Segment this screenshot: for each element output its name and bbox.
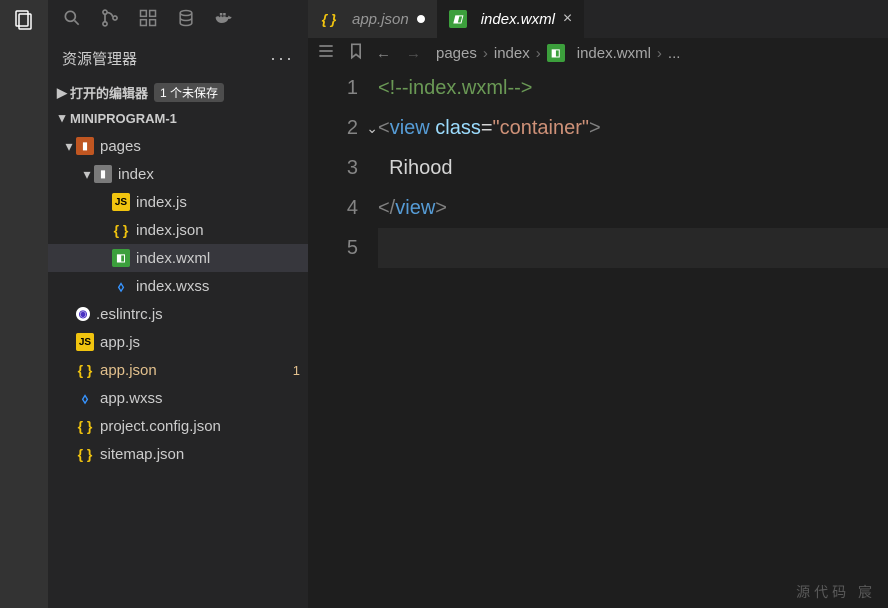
open-editors-label: 打开的编辑器 [70, 83, 148, 102]
tree-item-project-config-json[interactable]: { } project.config.json [48, 412, 308, 440]
tree-item-label: app.json [100, 362, 293, 379]
chevron-icon: ▾ [62, 138, 76, 155]
json-icon: { } [76, 417, 94, 435]
tree-item-label: project.config.json [100, 418, 300, 435]
explorer-icon[interactable] [12, 8, 36, 32]
docker-icon[interactable] [214, 8, 234, 28]
chevron-right-icon: ▶ [54, 85, 70, 101]
tab-bar: { } app.json ◧ index.wxml × [308, 0, 888, 38]
breadcrumb-separator: › [483, 45, 488, 62]
chevron-down-icon: ▾ [54, 110, 70, 126]
wxml-icon: ◧ [112, 249, 130, 267]
code-area[interactable]: <!--index.wxml--><view class="container"… [378, 68, 888, 608]
project-label: MINIPROGRAM-1 [70, 111, 177, 126]
forward-icon[interactable]: → [406, 45, 426, 62]
tree-item-index-js[interactable]: JS index.js [48, 188, 308, 216]
tree-item-app-wxss[interactable]: ⬨ app.wxss [48, 384, 308, 412]
tree-item-label: index.js [136, 194, 300, 211]
wxml-icon: ◧ [449, 10, 467, 28]
bookmark-icon[interactable] [346, 41, 366, 65]
tree-item-label: sitemap.json [100, 446, 300, 463]
json-icon: { } [76, 445, 94, 463]
modification-count: 1 [293, 363, 300, 378]
tree-item--eslintrc-js[interactable]: ◉ .eslintrc.js [48, 300, 308, 328]
folder-pages-icon: ▮ [76, 137, 94, 155]
code-line-2[interactable]: <view class="container"> [378, 108, 888, 148]
eslint-icon: ◉ [76, 307, 90, 321]
tree-item-label: pages [100, 138, 300, 155]
tree-item-label: app.js [100, 334, 300, 351]
tree-item-index-json[interactable]: { } index.json [48, 216, 308, 244]
tree-item-label: app.wxss [100, 390, 300, 407]
wxml-icon: ◧ [547, 44, 565, 62]
close-icon[interactable]: × [563, 10, 572, 28]
js-icon: JS [112, 193, 130, 211]
open-editors-header[interactable]: ▶ 打开的编辑器 1 个未保存 [48, 79, 308, 106]
top-toolbar [48, 8, 234, 28]
json-icon: { } [112, 221, 130, 239]
more-icon[interactable]: ··· [270, 48, 294, 69]
sidebar-title: 资源管理器 [62, 48, 137, 69]
fold-chevron-icon[interactable]: ⌄ [366, 108, 378, 148]
tab-app-json[interactable]: { } app.json [308, 0, 437, 38]
tree-item-label: index.json [136, 222, 300, 239]
code-line-1[interactable]: <!--index.wxml--> [378, 68, 888, 108]
tree-item-app-json[interactable]: { } app.json1 [48, 356, 308, 384]
tree-item-index-wxss[interactable]: ⬨ index.wxss [48, 272, 308, 300]
code-line-4[interactable]: </view> [378, 188, 888, 228]
tree-item-label: index [118, 166, 300, 183]
tree-item-pages[interactable]: ▾▮ pages [48, 132, 308, 160]
breadcrumb-part[interactable]: index [494, 45, 530, 62]
project-header[interactable]: ▾ MINIPROGRAM-1 [48, 106, 308, 130]
tab-label: index.wxml [481, 11, 555, 28]
watermark: 源代码 宸 [796, 582, 876, 602]
breadcrumb-part[interactable]: pages [436, 45, 477, 62]
dirty-indicator [417, 15, 425, 23]
activity-bar [0, 0, 48, 608]
breadcrumb-bar: ← → pages › index › ◧ index.wxml ›... [308, 38, 888, 68]
tree-item-label: index.wxss [136, 278, 300, 295]
wxss-icon: ⬨ [112, 277, 130, 295]
json-icon: { } [320, 10, 338, 28]
code-line-3[interactable]: Rihood [378, 148, 888, 188]
unsaved-badge: 1 个未保存 [154, 83, 224, 102]
tree-item-sitemap-json[interactable]: { } sitemap.json [48, 440, 308, 468]
folder-icon: ▮ [94, 165, 112, 183]
sidebar-header: 资源管理器 ··· [48, 42, 308, 79]
source-control-icon[interactable] [100, 8, 120, 28]
database-icon[interactable] [176, 8, 196, 28]
tree-item-app-js[interactable]: JS app.js [48, 328, 308, 356]
breadcrumb-part[interactable]: ... [668, 45, 681, 62]
tab-label: app.json [352, 11, 409, 28]
sidebar: 资源管理器 ··· ▶ 打开的编辑器 1 个未保存 ▾ MINIPROGRAM-… [48, 0, 308, 608]
file-tree: ▾▮pages▾▮indexJSindex.js{ }index.json◧in… [48, 130, 308, 608]
code-line-5[interactable] [378, 228, 888, 268]
main-area: { } app.json ◧ index.wxml × ← → pages › index ›… [308, 0, 888, 608]
back-icon[interactable]: ← [376, 45, 396, 62]
breadcrumb-part[interactable]: index.wxml [577, 45, 651, 62]
breadcrumb-separator: › [657, 45, 662, 62]
json-icon: { } [76, 361, 94, 379]
tree-item-index[interactable]: ▾▮ index [48, 160, 308, 188]
search-icon[interactable] [62, 8, 82, 28]
extensions-icon[interactable] [138, 8, 158, 28]
gutter: ⌄ 12345 [308, 68, 378, 608]
breadcrumb[interactable]: pages › index › ◧ index.wxml ›... [436, 44, 680, 62]
list-icon[interactable] [316, 41, 336, 65]
tab-index-wxml[interactable]: ◧ index.wxml × [437, 0, 585, 38]
chevron-icon: ▾ [80, 166, 94, 183]
code-editor[interactable]: ⌄ 12345 <!--index.wxml--><view class="co… [308, 68, 888, 608]
wxss-icon: ⬨ [76, 389, 94, 407]
tree-item-label: index.wxml [136, 250, 300, 267]
tree-item-index-wxml[interactable]: ◧ index.wxml [48, 244, 308, 272]
js-icon: JS [76, 333, 94, 351]
tree-item-label: .eslintrc.js [96, 306, 300, 323]
breadcrumb-separator: › [536, 45, 541, 62]
